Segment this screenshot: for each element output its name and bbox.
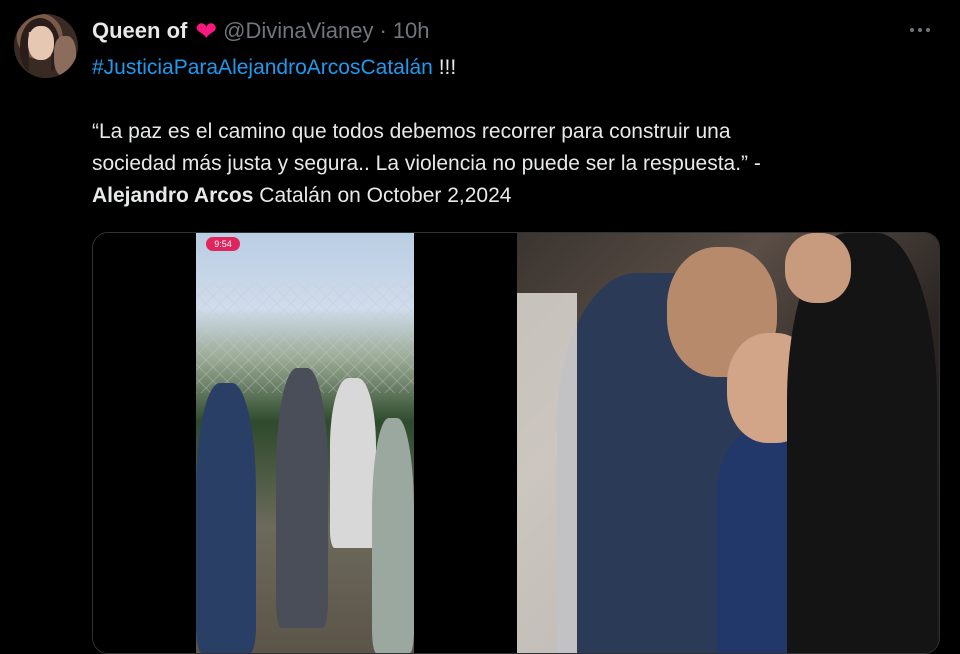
quote-author-rest: Catalán on October 2,2024 — [253, 184, 512, 207]
quote-line-1: “La paz es el camino que todos debemos r… — [92, 120, 731, 143]
avatar[interactable] — [14, 14, 78, 78]
phone-status-time: 9:54 — [206, 237, 240, 251]
person-figure — [372, 418, 414, 653]
more-dot — [918, 28, 922, 32]
quote-attribution: Alejandro Arcos Catalán on October 2,202… — [92, 180, 912, 212]
media-item-photo-hug[interactable] — [517, 233, 939, 653]
timestamp[interactable]: 10h — [393, 18, 430, 44]
quote-author-bold: Alejandro Arcos — [92, 184, 254, 207]
person-figure — [330, 378, 376, 548]
phone-screenshot: 9:54 — [196, 233, 414, 653]
more-dot — [910, 28, 914, 32]
tweet-text: #JusticiaParaAlejandroArcosCatalán !!! “… — [92, 52, 912, 212]
hashtag-line: #JusticiaParaAlejandroArcosCatalán !!! — [92, 52, 912, 84]
media-grid: 9:54 — [92, 232, 940, 654]
avatar-second-person — [54, 36, 76, 76]
photo-woman-face — [785, 233, 851, 303]
heart-icon: ❤ — [195, 16, 218, 46]
person-figure — [276, 368, 328, 628]
avatar-face — [28, 26, 54, 60]
exclamation: !!! — [432, 56, 457, 79]
person-figure — [196, 383, 256, 653]
hashtag-link[interactable]: #JusticiaParaAlejandroArcosCatalán — [92, 56, 433, 79]
more-dot — [926, 28, 930, 32]
media-item-video-screenshot[interactable]: 9:54 — [93, 233, 514, 653]
display-name[interactable]: Queen of — [92, 18, 187, 44]
tweet-header: Queen of ❤ @DivinaVianey · 10h — [92, 16, 430, 46]
more-options-button[interactable] — [904, 16, 936, 44]
photo-bystander — [517, 293, 577, 653]
user-handle[interactable]: @DivinaVianey — [223, 18, 373, 44]
quote-line-2: sociedad más justa y segura.. La violenc… — [92, 152, 761, 175]
separator-dot: · — [379, 18, 387, 43]
